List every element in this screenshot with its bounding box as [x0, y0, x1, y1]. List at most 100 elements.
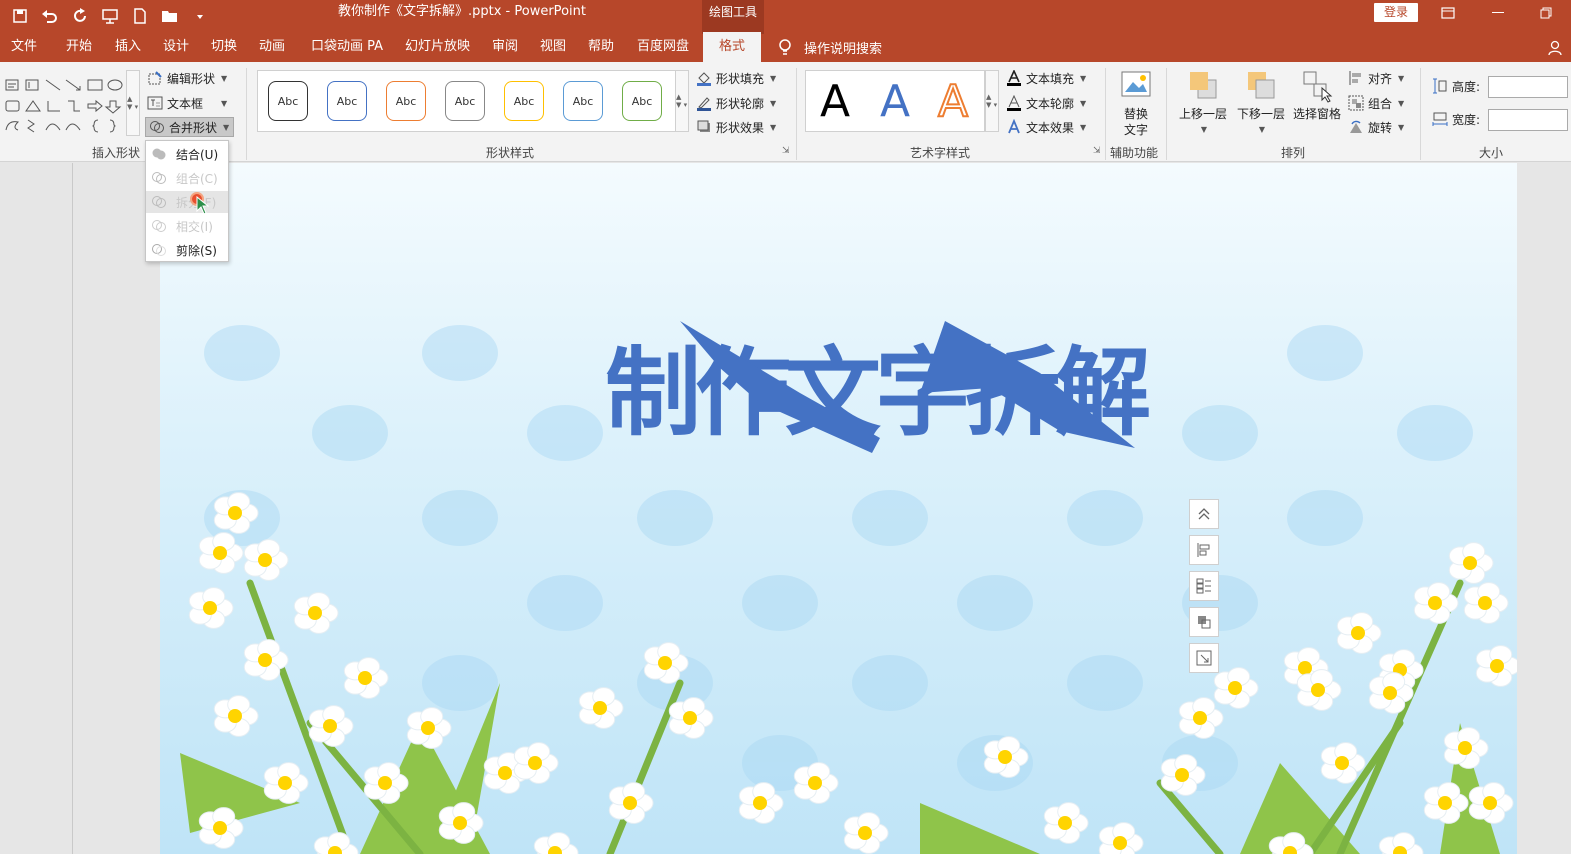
rotate-button[interactable]: 旋转 ▼ [1348, 117, 1404, 137]
slide-canvas[interactable]: 制作文字拆解 [160, 163, 1517, 854]
menu-item-intersect[interactable]: 相交(I) [146, 215, 228, 237]
text-fill-icon [1006, 70, 1022, 86]
wordart-style-black[interactable]: A [820, 77, 850, 127]
mouse-cursor-icon [196, 196, 210, 215]
shape-fill-button[interactable]: 形状填充 ▼ [696, 68, 776, 88]
tab-pocket-animation[interactable]: 口袋动画 PA [311, 38, 383, 56]
shape-style-swatch[interactable]: Abc [622, 81, 662, 121]
shape-style-swatch[interactable]: Abc [386, 81, 426, 121]
text-box-button[interactable]: 文本框 ▼ [147, 93, 227, 113]
dialog-launcher-icon[interactable]: ⇲ [782, 146, 790, 156]
shape-style-swatch[interactable]: Abc [563, 81, 603, 121]
tab-insert[interactable]: 插入 [115, 38, 141, 56]
merge-shapes-button[interactable]: 合并形状 ▼ [145, 117, 235, 137]
shape-effects-icon [696, 119, 712, 135]
shape-effects-button[interactable]: 形状效果 ▼ [696, 117, 776, 137]
tab-format[interactable]: 格式 [703, 32, 762, 62]
undo-icon[interactable] [38, 4, 62, 28]
group-divider [796, 68, 797, 160]
shapes-gallery-scroll[interactable]: ▲ ▼ ▾ [126, 70, 140, 136]
align-button[interactable]: 对齐 ▼ [1348, 68, 1404, 88]
redo-icon[interactable] [68, 4, 92, 28]
minimize-icon[interactable] [1476, 2, 1520, 24]
text-fill-button[interactable]: 文本填充 ▼ [1006, 68, 1086, 88]
width-input[interactable] [1488, 109, 1568, 131]
shape-style-swatch[interactable]: Abc [327, 81, 367, 121]
new-file-icon[interactable] [128, 4, 152, 28]
shape-style-swatch[interactable]: Abc [268, 81, 308, 121]
wordart-style-orange-outline[interactable]: A [937, 76, 969, 128]
ribbon-display-options-icon[interactable] [1426, 2, 1470, 24]
restore-icon[interactable] [1524, 2, 1568, 24]
tab-review[interactable]: 审阅 [492, 38, 518, 56]
open-folder-icon[interactable] [158, 4, 182, 28]
account-icon[interactable] [1548, 40, 1562, 59]
shape-styles-gallery-scroll[interactable]: ▲ ▼ ▾ [675, 70, 689, 132]
bring-forward-button[interactable]: 上移一层 ▼ [1175, 68, 1231, 138]
rotate-icon [1348, 119, 1364, 135]
edit-shape-button[interactable]: 编辑形状 ▼ [147, 68, 227, 88]
shape-outline-button[interactable]: 形状轮廓 ▼ [696, 93, 776, 113]
send-backward-button[interactable]: 下移一层 ▼ [1233, 68, 1289, 138]
tab-animations[interactable]: 动画 [259, 38, 285, 56]
thumbnail-pane-divider[interactable] [72, 163, 73, 854]
merge-shapes-label: 合并形状 [169, 120, 218, 135]
save-icon[interactable] [8, 4, 32, 28]
shape-styles-gallery: Abc Abc Abc Abc Abc Abc Abc [257, 70, 677, 132]
flower-decoration [668, 697, 714, 739]
text-outline-button[interactable]: 文本轮廓 ▼ [1006, 93, 1086, 113]
shapes-gallery[interactable] [4, 72, 130, 134]
wordart-group-label: 艺术字样式 [910, 146, 971, 160]
chevron-down-icon: ▼ [223, 122, 230, 132]
collapse-up-icon[interactable] [1189, 499, 1219, 529]
shape-arrange-icon[interactable] [1189, 607, 1219, 637]
height-field-label: 高度: [1432, 76, 1480, 96]
menu-item-fragment[interactable]: 拆分(F) [146, 191, 228, 213]
flower-decoration [406, 707, 452, 749]
customize-qat-icon[interactable] [188, 4, 212, 28]
group-divider [1166, 68, 1167, 160]
send-backward-label: 下移一层 [1236, 107, 1285, 121]
align-left-icon[interactable] [1189, 535, 1219, 565]
chevron-down-icon: ▼ [221, 73, 228, 83]
chevron-down-icon: ▼ [770, 98, 777, 108]
shape-style-swatch[interactable]: Abc [504, 81, 544, 121]
tab-help[interactable]: 帮助 [588, 38, 614, 56]
flower-decoration [313, 832, 359, 854]
tab-view[interactable]: 视图 [540, 38, 566, 56]
chevron-down-icon: ▼ [1398, 98, 1405, 108]
alt-text-label-1: 替换 [1123, 107, 1148, 121]
shape-style-swatch[interactable]: Abc [445, 81, 485, 121]
tab-design[interactable]: 设计 [163, 38, 189, 56]
tell-me-search[interactable]: 操作说明搜索 [778, 38, 882, 57]
resize-icon[interactable] [1189, 643, 1219, 673]
tab-home[interactable]: 开始 [66, 38, 92, 56]
slide-title-text[interactable]: 制作文字拆解 [605, 338, 1151, 448]
slide-background-art [180, 325, 1517, 854]
tab-baidu-netdisk[interactable]: 百度网盘 [637, 38, 689, 56]
text-effects-button[interactable]: 文本效果 ▼ [1006, 117, 1086, 137]
group-divider [1420, 68, 1421, 160]
wordart-style-blue[interactable]: A [880, 77, 910, 127]
menu-item-combine[interactable]: 组合(C) [146, 167, 228, 189]
tab-slideshow[interactable]: 幻灯片放映 [405, 38, 470, 56]
size-group-label: 大小 [1479, 146, 1504, 160]
tab-transitions[interactable]: 切换 [211, 38, 237, 56]
height-input[interactable] [1488, 76, 1568, 98]
flower-decoration [1296, 669, 1342, 711]
text-effects-icon [1006, 119, 1022, 135]
group-button[interactable]: 组合 ▼ [1348, 93, 1404, 113]
wordart-gallery-scroll[interactable]: ▲ ▼ ▾ [985, 70, 999, 132]
flower-decoration [1320, 742, 1366, 784]
bring-forward-icon [1186, 68, 1220, 104]
flower-decoration [608, 782, 654, 824]
dialog-launcher-icon[interactable]: ⇲ [1093, 146, 1101, 156]
layout-options-icon[interactable] [1189, 571, 1219, 601]
menu-item-subtract[interactable]: 剪除(S) [146, 239, 228, 261]
tab-file[interactable]: 文件 [11, 38, 37, 56]
login-button[interactable]: 登录 [1374, 3, 1418, 22]
alt-text-button[interactable]: 替换 文字 [1114, 68, 1158, 138]
selection-pane-button[interactable]: 选择窗格 [1290, 68, 1344, 122]
menu-item-union[interactable]: 结合(U) [146, 143, 228, 165]
present-icon[interactable] [98, 4, 122, 28]
